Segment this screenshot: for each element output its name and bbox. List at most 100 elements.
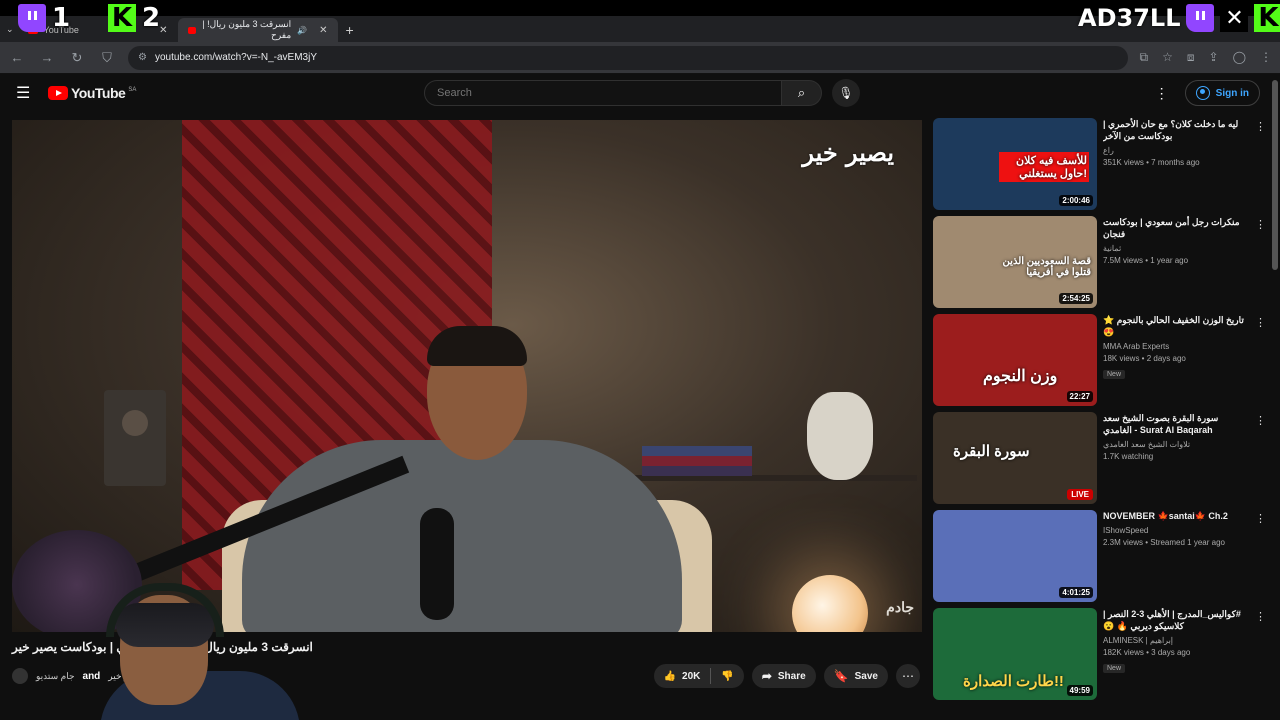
search-input[interactable]: [424, 80, 782, 106]
recommendation-title[interactable]: تاريخ الوزن الخفيف الحالي بالنجوم ⭐ 😍: [1103, 314, 1248, 338]
tab-video[interactable]: انسرقت 3 مليون ريال! | مفرح 🔊 ✕: [177, 18, 338, 42]
microphone-icon: 🎙: [838, 86, 854, 100]
voice-search-button[interactable]: 🎙: [832, 79, 860, 107]
profile-icon[interactable]: ◯: [1233, 50, 1246, 65]
search-button[interactable]: ⌕: [782, 80, 822, 106]
recommendation-stats: 182K views • 3 days ago: [1103, 648, 1191, 657]
thumbnail-caption: طارت الصدارة!!: [963, 673, 1064, 690]
video-player[interactable]: يصير خير جادم: [12, 120, 922, 632]
youtube-logo[interactable]: YouTube SA: [48, 85, 136, 101]
more-horizontal-icon: ⋯: [902, 669, 914, 683]
recommendation-item[interactable]: 4:01:25 NOVEMBER 🍁santai🍁 Ch.2 IShowSpee…: [933, 510, 1268, 602]
video-microphone: [420, 508, 454, 620]
streamer-name: AD37LL: [1078, 4, 1181, 32]
cast-icon[interactable]: ⧉: [1140, 50, 1149, 65]
video-thumbnail[interactable]: وزن النجوم 22:27: [933, 314, 1097, 406]
recommendation-title[interactable]: NOVEMBER 🍁santai🍁 Ch.2: [1103, 510, 1248, 522]
video-thumbnail[interactable]: طارت الصدارة!! 49:59: [933, 608, 1097, 700]
like-button[interactable]: 👍 20K: [654, 671, 711, 682]
channel-and: and: [82, 670, 101, 682]
recommendation-item[interactable]: طارت الصدارة!! 49:59 #كواليس_المدرج | ال…: [933, 608, 1268, 700]
bookmark-star-icon[interactable]: ☆: [1162, 50, 1173, 65]
hamburger-menu-icon[interactable]: ☰: [16, 83, 36, 103]
more-vertical-icon[interactable]: ⋮: [1255, 316, 1266, 329]
more-actions-button[interactable]: ⋯: [896, 664, 920, 688]
address-field[interactable]: ⚙ youtube.com/watch?v=-N_-avEM3jY: [128, 45, 1128, 70]
reload-icon[interactable]: ↻: [68, 50, 86, 66]
country-code: SA: [128, 87, 137, 93]
user-icon: [1195, 86, 1210, 100]
tab-list-chevron-icon[interactable]: ⌄: [6, 24, 14, 35]
recommendation-channel[interactable]: MMA Arab Experts: [1103, 342, 1248, 351]
save-label: Save: [854, 670, 878, 682]
recommendation-item[interactable]: وزن النجوم 22:27 تاريخ الوزن الخفيف الحا…: [933, 314, 1268, 406]
close-icon[interactable]: ✕: [319, 25, 327, 36]
recommendation-title[interactable]: سورة البقرة بصوت الشيخ سعد الغامدي - Sur…: [1103, 412, 1248, 436]
more-vertical-icon[interactable]: ⋮: [1255, 512, 1266, 525]
youtube-header: ☰ YouTube SA ⌕ 🎙 ⋮ Sign in: [0, 74, 1280, 112]
share-button[interactable]: ➦ Share: [751, 664, 816, 688]
speaker-icon[interactable]: 🔊: [297, 26, 307, 35]
recommendation-channel[interactable]: تلاوات الشيخ سعد الغامدي: [1103, 440, 1248, 449]
video-play-plaque: [104, 390, 166, 486]
video-thumbnail[interactable]: سورة البقرة LIVE: [933, 412, 1097, 504]
more-vertical-icon[interactable]: ⋮: [1255, 120, 1266, 133]
webcam-headphones: [106, 583, 224, 637]
recommendation-title[interactable]: منكرات رجل أمن سعودي | بودكاست فنجان: [1103, 216, 1248, 240]
page-scrollbar[interactable]: [1272, 80, 1278, 270]
recommendation-title[interactable]: ليه ما دخلت كلان؟ مع حان الأحمري | بودكا…: [1103, 118, 1248, 142]
overlay-badge-2: K 2: [108, 2, 160, 34]
recommendation-item[interactable]: سورة البقرة LIVE سورة البقرة بصوت الشيخ …: [933, 412, 1268, 504]
youtube-wordmark: YouTube: [71, 85, 126, 101]
video-thumbnail[interactable]: للأسف فيه كلان حاول يستغلني! 2:00:46: [933, 118, 1097, 210]
more-vertical-icon[interactable]: ⋮: [1255, 414, 1266, 427]
browser-menu-icon[interactable]: ⋮: [1260, 50, 1272, 65]
new-badge: New: [1103, 664, 1126, 673]
new-tab-button[interactable]: +: [338, 22, 362, 42]
shield-icon[interactable]: ⛉: [98, 50, 116, 66]
settings-menu-icon[interactable]: ⋮: [1155, 85, 1169, 102]
url-text: youtube.com/watch?v=-N_-avEM3jY: [154, 52, 317, 63]
channel-avatar[interactable]: [12, 668, 28, 684]
site-info-icon[interactable]: ⚙: [138, 52, 147, 63]
extensions-icon[interactable]: ⧈: [1187, 50, 1195, 65]
bookmark-icon: 🔖: [833, 669, 849, 683]
channel-name[interactable]: جام ستديو: [36, 671, 75, 682]
video-thumbnail[interactable]: قصة السعوديين الذين قتلوا في أفريقيا 2:5…: [933, 216, 1097, 308]
share-icon[interactable]: ⇪: [1209, 50, 1219, 65]
recommendation-stats: 18K views • 2 days ago: [1103, 354, 1186, 363]
save-button[interactable]: 🔖 Save: [823, 664, 888, 688]
recommendations-sidebar: للأسف فيه كلان حاول يستغلني! 2:00:46 ليه…: [933, 118, 1268, 720]
twitch-icon: [18, 4, 46, 32]
youtube-play-icon: [48, 86, 68, 100]
video-thumbnail[interactable]: 4:01:25: [933, 510, 1097, 602]
video-books: [642, 446, 752, 476]
streamer-webcam: [100, 575, 300, 720]
overlay-number-1: 1: [52, 3, 71, 33]
search-icon: ⌕: [797, 85, 806, 100]
sign-in-button[interactable]: Sign in: [1184, 80, 1260, 106]
recommendation-channel[interactable]: IShowSpeed: [1103, 526, 1248, 535]
duration-badge: 49:59: [1066, 685, 1093, 696]
more-vertical-icon[interactable]: ⋮: [1255, 610, 1266, 623]
overlay-badge-1: 1: [18, 2, 70, 34]
like-dislike-group: 👍 20K 👎: [653, 664, 744, 688]
podcast-brand-logo: يصير خير: [802, 138, 894, 167]
dislike-button[interactable]: 👎: [711, 671, 743, 682]
recommendation-stats: 2.3M views • Streamed 1 year ago: [1103, 538, 1225, 547]
back-icon[interactable]: ←: [8, 50, 26, 65]
more-vertical-icon[interactable]: ⋮: [1255, 218, 1266, 231]
recommendation-channel[interactable]: ثمانية: [1103, 244, 1248, 253]
recommendation-title[interactable]: #كواليس_المدرج | الأهلي 3-2 النصر | كلاس…: [1103, 608, 1248, 632]
live-badge: LIVE: [1067, 489, 1093, 500]
recommendation-channel[interactable]: راع: [1103, 146, 1248, 155]
recommendation-channel[interactable]: ALMINESK | إبراهيم: [1103, 636, 1248, 645]
forward-icon[interactable]: →: [38, 50, 56, 65]
duration-badge: 2:54:25: [1059, 293, 1093, 304]
recommendation-stats: 351K views • 7 months ago: [1103, 158, 1200, 167]
recommendation-item[interactable]: للأسف فيه كلان حاول يستغلني! 2:00:46 ليه…: [933, 118, 1268, 210]
close-icon[interactable]: ✕: [159, 25, 167, 36]
recommendation-item[interactable]: قصة السعوديين الذين قتلوا في أفريقيا 2:5…: [933, 216, 1268, 308]
video-host-hair: [427, 326, 527, 366]
sign-in-label: Sign in: [1215, 87, 1249, 99]
